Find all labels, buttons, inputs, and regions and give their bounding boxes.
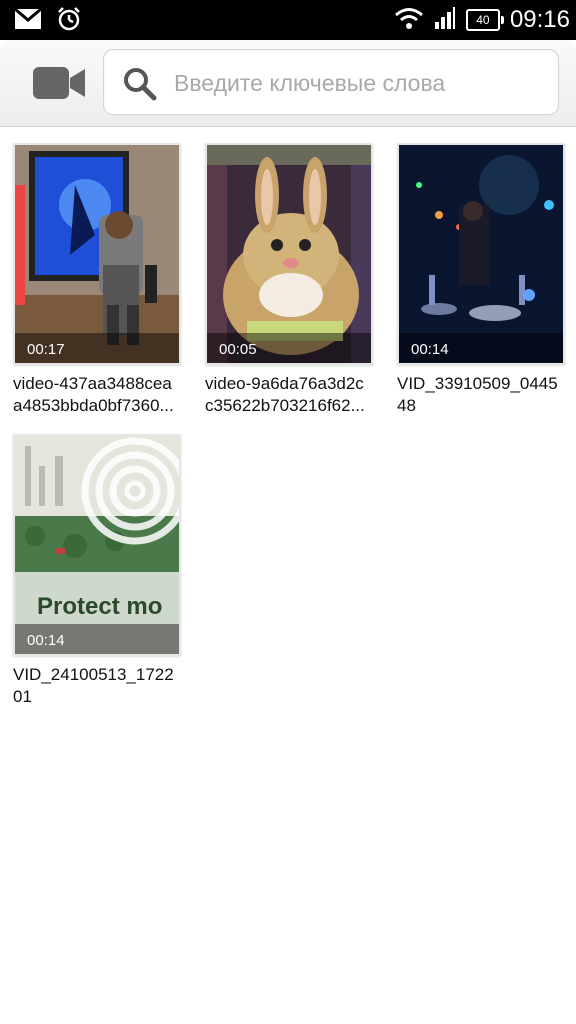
search-input[interactable]: Введите ключевые слова xyxy=(103,49,559,115)
video-duration: 00:14 xyxy=(27,632,65,649)
video-caption: VID_33910509_0445 48 xyxy=(397,373,576,417)
top-toolbar: Введите ключевые слова xyxy=(0,40,576,127)
caption-line: a4853bbda0bf7360... xyxy=(13,396,174,415)
thumbnail-image xyxy=(207,145,371,363)
video-thumbnail[interactable]: 00:05 xyxy=(205,143,373,365)
alarm-icon xyxy=(56,6,82,37)
status-bar: 40 09:16 xyxy=(0,0,576,40)
thumbnail-image xyxy=(15,145,179,363)
caption-line: VID_33910509_0445 xyxy=(397,374,558,393)
video-thumbnail[interactable]: Protect mo 00:14 xyxy=(13,434,181,656)
thumbnail-overlay-text: Protect mo xyxy=(37,593,162,620)
video-duration: 00:17 xyxy=(27,341,65,358)
thumbnail-image: Protect mo xyxy=(15,436,179,654)
thumbnail-image xyxy=(399,145,563,363)
caption-line: VID_24100513_1722 xyxy=(13,665,174,684)
video-caption: video-437aa3488cea a4853bbda0bf7360... xyxy=(13,373,195,417)
video-duration: 00:14 xyxy=(411,341,449,358)
video-caption: video-9a6da76a3d2c c35622b703216f62... xyxy=(205,373,387,417)
caption-line: 01 xyxy=(13,687,32,706)
caption-line: c35622b703216f62... xyxy=(205,396,365,415)
mail-icon xyxy=(14,7,42,35)
video-thumbnail[interactable]: 00:17 xyxy=(13,143,181,365)
battery-icon: 40 xyxy=(465,9,504,31)
video-thumbnail[interactable]: 00:14 xyxy=(397,143,565,365)
wifi-icon xyxy=(394,6,424,35)
caption-line: 48 xyxy=(397,396,416,415)
caption-line: video-9a6da76a3d2c xyxy=(205,374,364,393)
search-placeholder: Введите ключевые слова xyxy=(174,70,446,96)
video-camera-icon[interactable] xyxy=(32,66,86,105)
signal-icon xyxy=(434,6,456,35)
status-time: 09:16 xyxy=(509,6,570,33)
video-caption: VID_24100513_1722 01 xyxy=(13,664,195,708)
video-duration: 00:05 xyxy=(219,341,257,358)
search-icon xyxy=(122,66,158,107)
caption-line: video-437aa3488cea xyxy=(13,374,172,393)
